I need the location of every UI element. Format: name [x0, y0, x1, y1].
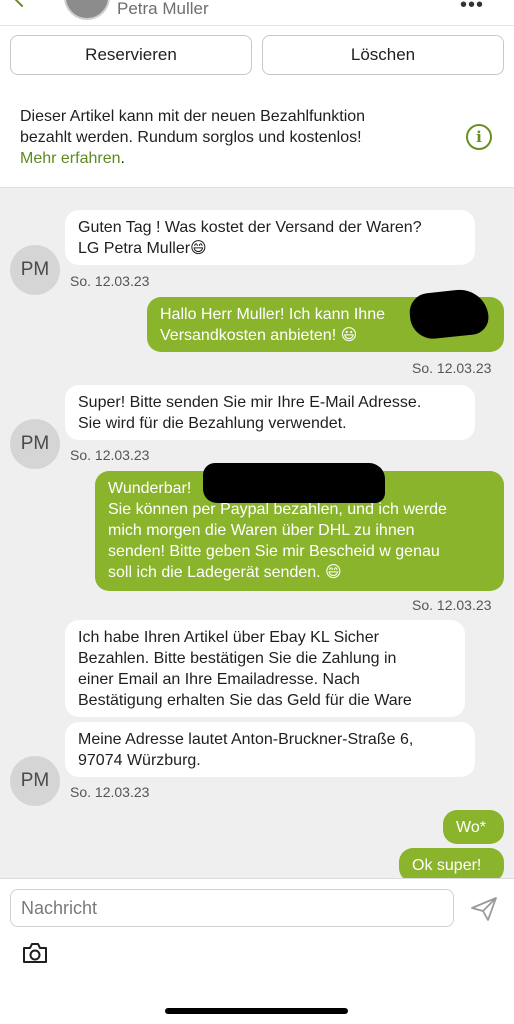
- message-line: 97074 Würzburg.: [78, 752, 201, 769]
- action-bar: Reservieren Löschen: [0, 26, 514, 84]
- avatar[interactable]: PM: [10, 756, 60, 806]
- message-line: soll ich die Ladegerät senden. 😄: [108, 564, 342, 581]
- message-timestamp: So. 12.03.23: [412, 360, 492, 376]
- outgoing-message: Wo*: [443, 810, 504, 844]
- message-line: mich morgen die Waren über DHL zu ihnen: [108, 522, 415, 539]
- incoming-message: Meine Adresse lautet Anton-Bruckner-Stra…: [65, 722, 475, 777]
- send-icon[interactable]: [470, 896, 498, 922]
- message-line: Guten Tag ! Was kostet der Versand der W…: [78, 219, 422, 236]
- message-line: LG Petra Muller😄: [78, 240, 207, 257]
- contact-avatar[interactable]: [64, 0, 110, 20]
- message-line: Ich habe Ihren Artikel über Ebay KL Sich…: [78, 629, 379, 646]
- learn-more-link[interactable]: Mehr erfahren: [20, 150, 121, 167]
- message-line: Wunderbar!: [108, 480, 192, 497]
- message-line: Bestätigung erhalten Sie das Geld für di…: [78, 692, 412, 709]
- message-line: Meine Adresse lautet Anton-Bruckner-Stra…: [78, 731, 414, 748]
- camera-icon[interactable]: [22, 942, 48, 964]
- message-composer: [0, 878, 514, 1024]
- redaction-mark: [203, 463, 385, 503]
- notice-line-2: bezahlt werden. Rundum sorglos und koste…: [20, 129, 362, 146]
- reserve-button[interactable]: Reservieren: [10, 35, 252, 75]
- message-line: Sie wird für die Bezahlung verwendet.: [78, 415, 347, 432]
- incoming-message: Guten Tag ! Was kostet der Versand der W…: [65, 210, 475, 265]
- incoming-message: Super! Bitte senden Sie mir Ihre E-Mail …: [65, 385, 475, 440]
- message-timestamp: So. 12.03.23: [70, 784, 150, 800]
- delete-button[interactable]: Löschen: [262, 35, 504, 75]
- message-input[interactable]: [10, 889, 454, 927]
- notice-line-1: Dieser Artikel kann mit der neuen Bezahl…: [20, 108, 366, 125]
- notice-link-suffix: .: [120, 150, 125, 167]
- info-icon[interactable]: i: [466, 124, 492, 150]
- message-line: Bezahlen. Bitte bestätigen Sie die Zahlu…: [78, 650, 397, 667]
- avatar[interactable]: PM: [10, 419, 60, 469]
- message-line: Super! Bitte senden Sie mir Ihre E-Mail …: [78, 394, 422, 411]
- avatar[interactable]: PM: [10, 245, 60, 295]
- message-line: Versandkosten anbieten! 😃: [160, 327, 358, 344]
- message-line: Hallo Herr Muller! Ich kann Ihne: [160, 306, 385, 323]
- message-line: Wo*: [456, 819, 486, 836]
- incoming-message: Ich habe Ihren Artikel über Ebay KL Sich…: [65, 620, 465, 717]
- more-options-icon[interactable]: •••: [460, 0, 484, 17]
- message-line: einer Email an Ihre Emailadresse. Nach: [78, 671, 360, 688]
- notice-text: Dieser Artikel kann mit der neuen Bezahl…: [20, 106, 440, 169]
- home-indicator: [165, 1008, 348, 1014]
- redaction-mark: [407, 287, 491, 341]
- message-timestamp: So. 12.03.23: [412, 597, 492, 613]
- message-line: Sie können per Paypal bezahlen, und ich …: [108, 501, 447, 518]
- back-chevron-icon[interactable]: [10, 0, 34, 8]
- message-timestamp: So. 12.03.23: [70, 447, 150, 463]
- contact-name[interactable]: Petra Muller: [117, 0, 209, 19]
- message-line: senden! Bitte geben Sie mir Bescheid w g…: [108, 543, 440, 560]
- chat-header: Petra Muller •••: [0, 0, 514, 26]
- chat-thread[interactable]: Guten Tag ! Was kostet der Versand der W…: [0, 188, 514, 878]
- message-timestamp: So. 12.03.23: [70, 273, 150, 289]
- message-line: Ok super!: [412, 857, 482, 874]
- payment-notice: Dieser Artikel kann mit der neuen Bezahl…: [0, 84, 514, 188]
- outgoing-message: Ok super!: [399, 848, 504, 878]
